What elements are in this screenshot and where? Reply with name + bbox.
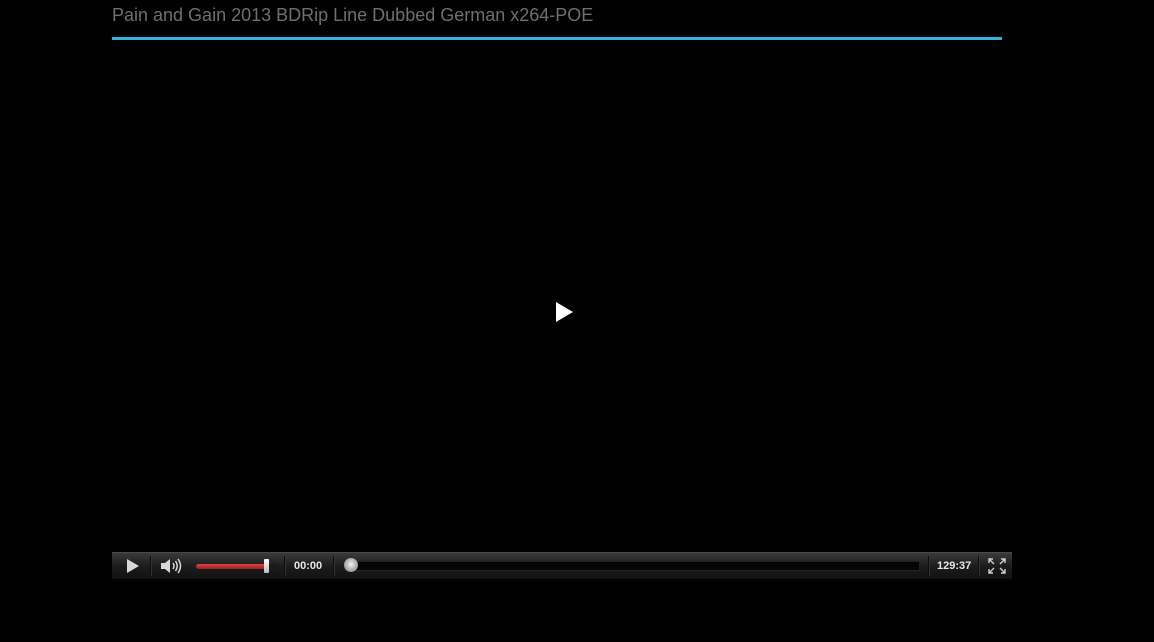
current-time: 00:00 [294,560,323,572]
player-controls: 00:00 129:37 [112,552,1012,579]
divider [284,556,286,576]
speaker-icon [161,558,182,574]
divider [978,556,980,576]
seek-handle[interactable] [344,558,358,572]
volume-handle[interactable] [264,559,269,573]
play-icon[interactable] [553,301,575,323]
video-screen[interactable] [112,44,1012,552]
total-duration: 129:37 [937,560,972,572]
volume-level [196,564,266,569]
video-title: Pain and Gain 2013 BDRip Line Dubbed Ger… [112,5,594,25]
mute-button[interactable] [158,553,184,579]
divider [928,556,930,576]
divider [333,556,335,576]
play-icon [127,559,139,573]
fullscreen-button[interactable] [986,553,1008,579]
divider [150,556,152,576]
volume-slider[interactable] [196,559,276,573]
page: Pain and Gain 2013 BDRip Line Dubbed Ger… [0,0,1154,642]
title-divider [112,37,1002,40]
seek-bar[interactable] [344,561,920,571]
play-button[interactable] [121,553,145,579]
fullscreen-icon [988,558,1006,574]
